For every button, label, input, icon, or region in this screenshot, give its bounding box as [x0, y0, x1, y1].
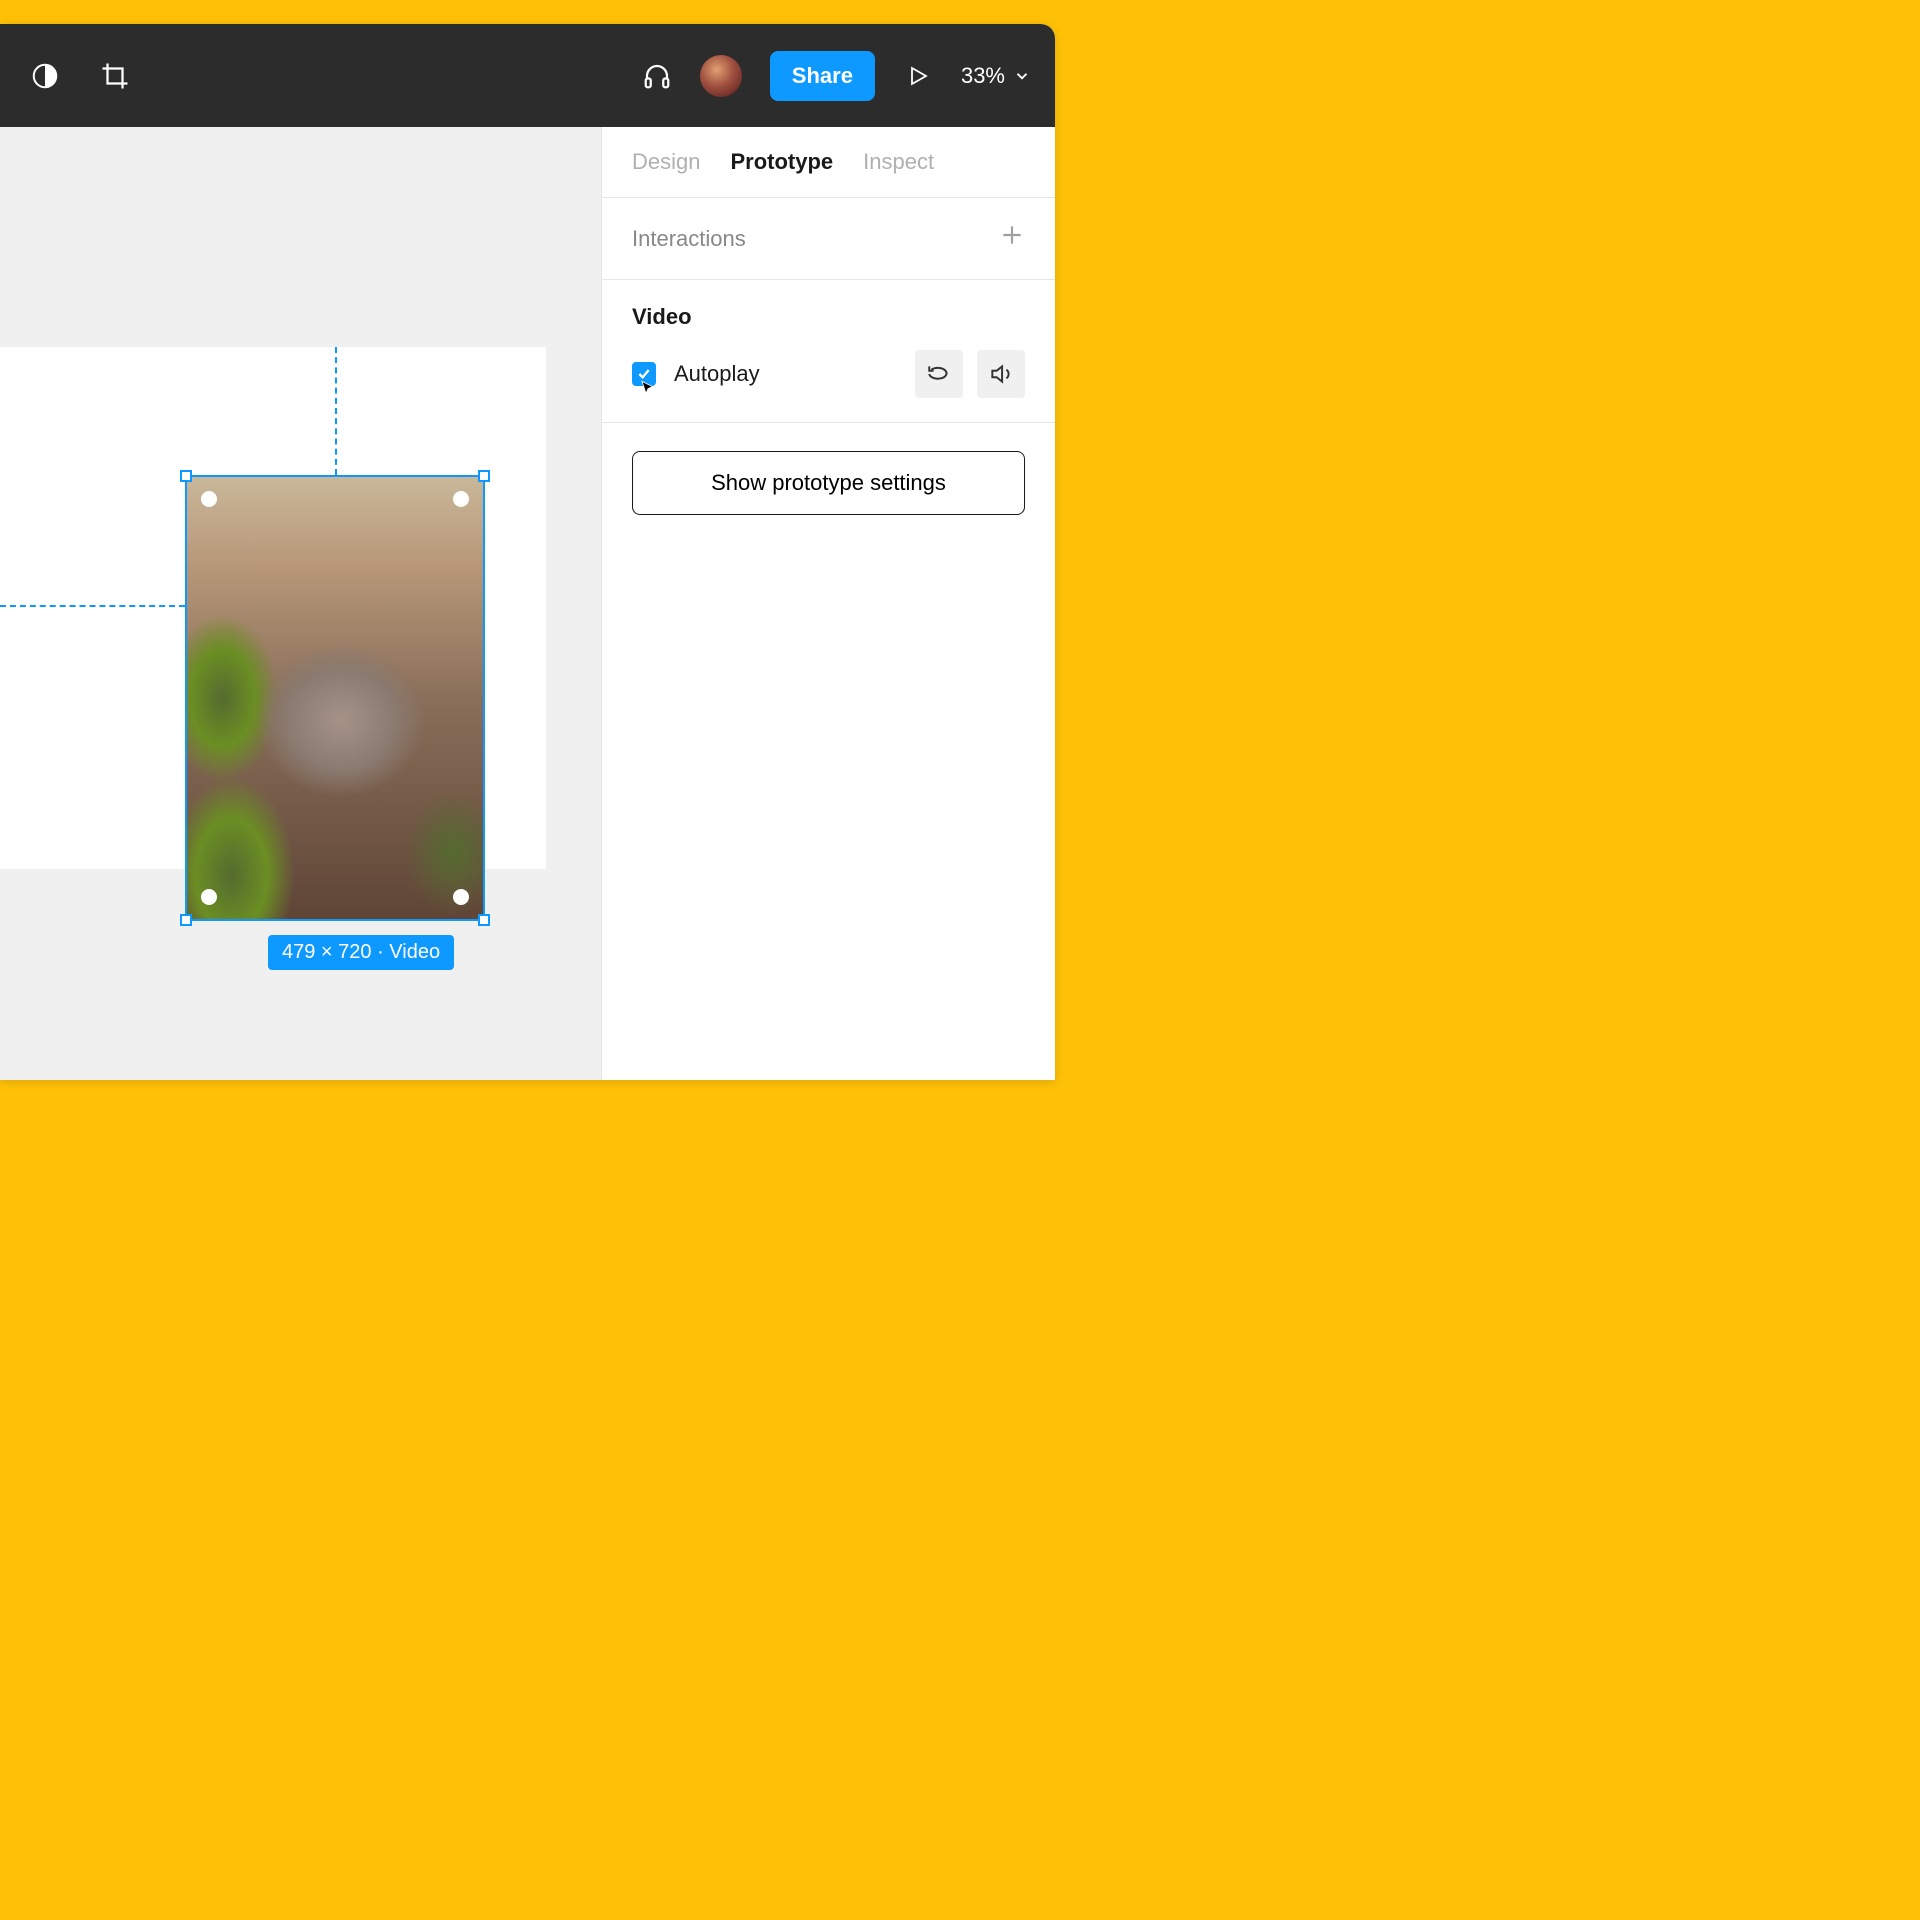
crop-icon[interactable]	[100, 61, 130, 91]
resize-handle[interactable]	[180, 914, 192, 926]
selected-video-layer[interactable]	[185, 475, 485, 921]
selection-dimensions-label: 479 × 720 · Video	[268, 935, 454, 970]
corner-radius-handle[interactable]	[453, 491, 469, 507]
guide-vertical	[335, 347, 337, 475]
autoplay-label: Autoplay	[674, 361, 760, 387]
interactions-section: Interactions	[602, 198, 1055, 280]
corner-radius-handle[interactable]	[453, 889, 469, 905]
share-button[interactable]: Share	[770, 51, 875, 101]
play-icon[interactable]	[903, 61, 933, 91]
resize-handle[interactable]	[478, 470, 490, 482]
video-section: Video Autoplay	[602, 280, 1055, 423]
headphones-icon[interactable]	[642, 61, 672, 91]
resize-handle[interactable]	[478, 914, 490, 926]
canvas[interactable]: 479 × 720 · Video	[0, 127, 601, 1080]
guide-horizontal	[0, 605, 185, 607]
autoplay-checkbox[interactable]	[632, 362, 656, 386]
contrast-icon[interactable]	[30, 61, 60, 91]
corner-radius-handle[interactable]	[201, 491, 217, 507]
zoom-dropdown[interactable]: 33%	[961, 63, 1035, 89]
sound-button[interactable]	[977, 350, 1025, 398]
panel-tabs: Design Prototype Inspect	[602, 127, 1055, 198]
corner-radius-handle[interactable]	[201, 889, 217, 905]
add-interaction-button[interactable]	[999, 222, 1025, 255]
tab-inspect[interactable]: Inspect	[863, 149, 934, 175]
avatar[interactable]	[700, 55, 742, 97]
video-thumbnail	[187, 477, 483, 919]
show-prototype-settings-button[interactable]: Show prototype settings	[632, 451, 1025, 515]
zoom-value: 33%	[961, 63, 1005, 89]
tab-design[interactable]: Design	[632, 149, 700, 175]
toolbar: Share 33%	[0, 24, 1055, 127]
app-window: Share 33%	[0, 24, 1055, 1080]
interactions-title: Interactions	[632, 226, 746, 252]
chevron-down-icon	[1013, 67, 1031, 85]
video-title: Video	[632, 304, 1025, 330]
tab-prototype[interactable]: Prototype	[730, 149, 833, 175]
resize-handle[interactable]	[180, 470, 192, 482]
cursor-icon	[640, 380, 656, 396]
right-panel: Design Prototype Inspect Interactions Vi…	[601, 127, 1055, 1080]
loop-button[interactable]	[915, 350, 963, 398]
